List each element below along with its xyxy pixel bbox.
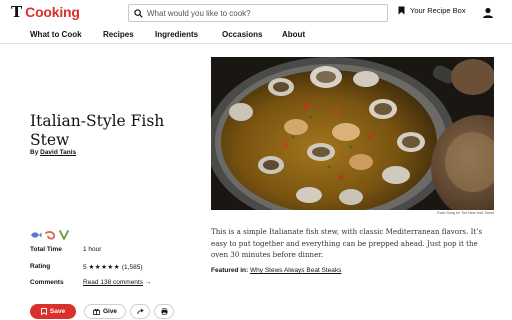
rating-stars: ★★★★★ xyxy=(88,263,121,271)
diet-icons xyxy=(30,230,70,240)
fish-icon xyxy=(31,232,42,238)
comments-link[interactable]: Read 138 comments xyxy=(83,279,143,286)
bookmark-icon xyxy=(398,6,405,15)
shrimp-icon xyxy=(45,231,56,240)
account-icon[interactable] xyxy=(481,6,495,20)
search-input[interactable] xyxy=(147,8,377,18)
share-icon xyxy=(136,308,144,315)
comments-label: Comments xyxy=(30,279,64,286)
photo-credit: Evan Sung for The New York Times xyxy=(437,211,494,215)
recipe-description: This is a simple Italianate fish stew, w… xyxy=(211,227,483,260)
rating-value: 5 xyxy=(83,264,87,271)
save-button[interactable]: Save xyxy=(30,304,76,319)
nav-about[interactable]: About xyxy=(282,30,305,39)
featured-in: Featured in: Why Stews Always Beat Steak… xyxy=(211,267,341,274)
author-link[interactable]: David Tanis xyxy=(40,149,76,156)
comments-arrow-icon: → xyxy=(144,279,152,286)
logo-wordmark: Cooking xyxy=(25,4,80,20)
logo-mark: T xyxy=(11,3,23,21)
comments-link-group[interactable]: Read 138 comments → xyxy=(83,279,151,286)
featured-in-label: Featured in: xyxy=(211,267,249,274)
main-nav: What to Cook Recipes Ingredients Occasio… xyxy=(0,26,512,44)
give-button-label: Give xyxy=(102,308,118,315)
rating-value-group[interactable]: 5 ★★★★★ (1,585) xyxy=(83,263,143,271)
nav-recipes[interactable]: Recipes xyxy=(103,30,134,39)
byline-prefix: By xyxy=(30,149,41,156)
nav-ingredients[interactable]: Ingredients xyxy=(155,30,198,39)
nav-what-to-cook[interactable]: What to Cook xyxy=(30,30,82,39)
nav-occasions[interactable]: Occasions xyxy=(222,30,262,39)
top-bar: T Cooking Your Recipe Box xyxy=(0,0,512,26)
print-icon xyxy=(161,308,167,315)
save-button-label: Save xyxy=(49,308,66,315)
search-icon xyxy=(129,5,147,21)
rating-label: Rating xyxy=(30,263,51,270)
vegetable-icon xyxy=(59,230,69,240)
give-button[interactable]: Give xyxy=(84,304,126,319)
total-time-label: Total Time xyxy=(30,246,62,253)
bookmark-icon xyxy=(40,308,47,315)
featured-in-link[interactable]: Why Stews Always Beat Steaks xyxy=(250,267,341,274)
recipe-box-label: Your Recipe Box xyxy=(410,6,466,15)
print-button[interactable] xyxy=(154,304,174,319)
share-button[interactable] xyxy=(130,304,150,319)
rating-count: (1,585) xyxy=(121,264,143,271)
total-time-value: 1 hour xyxy=(83,246,102,253)
gift-icon xyxy=(93,308,100,315)
nyt-cooking-logo[interactable]: T Cooking xyxy=(11,4,80,20)
recipe-box-link[interactable]: Your Recipe Box xyxy=(398,6,466,15)
search-bar[interactable] xyxy=(128,4,388,22)
byline: By David Tanis xyxy=(30,149,76,156)
recipe-title: Italian-Style Fish Stew xyxy=(30,112,165,149)
recipe-photo xyxy=(211,57,494,210)
